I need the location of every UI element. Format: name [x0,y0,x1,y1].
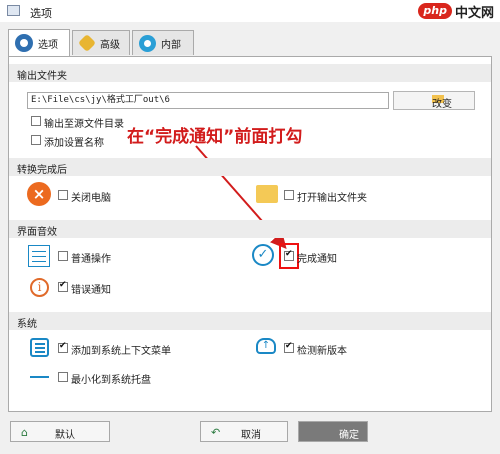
checkbox-output-to-source[interactable] [31,116,41,126]
list-icon [30,338,49,357]
output-path-input[interactable]: E:\File\cs\jy\格式工厂out\6 [27,92,389,109]
tab-advanced[interactable]: 高级 [72,30,130,55]
checkbox-error-notify[interactable] [58,280,68,292]
option-label: 打开输出文件夹 [297,193,367,204]
option-label: 普通操作 [71,254,111,265]
change-label: 改变 [432,99,452,110]
app-icon [7,5,20,16]
gear-icon [139,34,156,52]
advanced-icon [77,33,97,53]
check-circle-icon: ✓ [252,244,274,266]
option-label: 完成通知 [297,254,337,265]
checkbox-normal-action[interactable] [58,251,68,261]
checkbox-shutdown[interactable] [58,190,68,200]
ok-label: 确定 [339,430,359,441]
default-icon: ⌂ [21,426,28,439]
option-label: 最小化到系统托盘 [71,375,151,386]
watermark-text: 中文网 [454,5,494,21]
option-label: 错误通知 [71,285,111,296]
checkbox-add-setting-name[interactable] [31,135,41,145]
info-icon: i [30,278,49,297]
section-system: 系统 [9,312,491,330]
option-label: 关闭电脑 [71,193,111,204]
section-heading: 系统 [17,319,37,330]
tab-label: 选项 [38,39,58,51]
section-after-convert: 转换完成后 [9,158,491,176]
option-label: 添加设置名称 [44,138,104,149]
section-output-folder: 输出文件夹 [9,64,491,82]
highlight-box [279,243,299,269]
watermark: php 中文网 [418,2,494,21]
watermark-php: php [418,3,452,19]
folder-icon [256,185,278,203]
cloud-upload-icon: ↑ [256,338,276,354]
checkbox-open-output-folder[interactable] [284,190,294,200]
option-label: 输出至源文件目录 [44,119,124,130]
tab-internal[interactable]: 内部 [132,30,194,55]
cancel-label: 取消 [241,430,261,441]
option-label: 检测新版本 [297,346,347,357]
section-ui-sound: 界面音效 [9,220,491,238]
option-label: 添加到系统上下文菜单 [71,346,171,357]
checkbox-minimize-tray[interactable] [58,372,68,382]
dash-icon [30,376,49,378]
cancel-button[interactable]: ↶ 取消 [200,421,288,442]
section-heading: 输出文件夹 [17,71,67,82]
section-heading: 界面音效 [17,227,57,238]
window-title: 选项 [30,7,52,20]
change-folder-button[interactable]: 改变 [393,91,475,110]
default-button[interactable]: ⌂ 默认 [10,421,110,442]
tab-label: 高级 [100,39,120,51]
ok-button[interactable]: 确定 [298,421,368,442]
checkbox-check-update[interactable] [284,341,294,353]
checkbox-context-menu[interactable] [58,341,68,353]
tab-options[interactable]: 选项 [8,29,70,56]
tab-label: 内部 [161,39,181,51]
default-label: 默认 [55,430,75,441]
annotation-text: 在“完成通知”前面打勾 [127,127,303,147]
close-circle-icon: × [27,182,51,206]
sliders-icon [28,245,50,267]
gear-icon [15,34,33,52]
section-heading: 转换完成后 [17,165,67,176]
undo-icon: ↶ [211,426,221,439]
